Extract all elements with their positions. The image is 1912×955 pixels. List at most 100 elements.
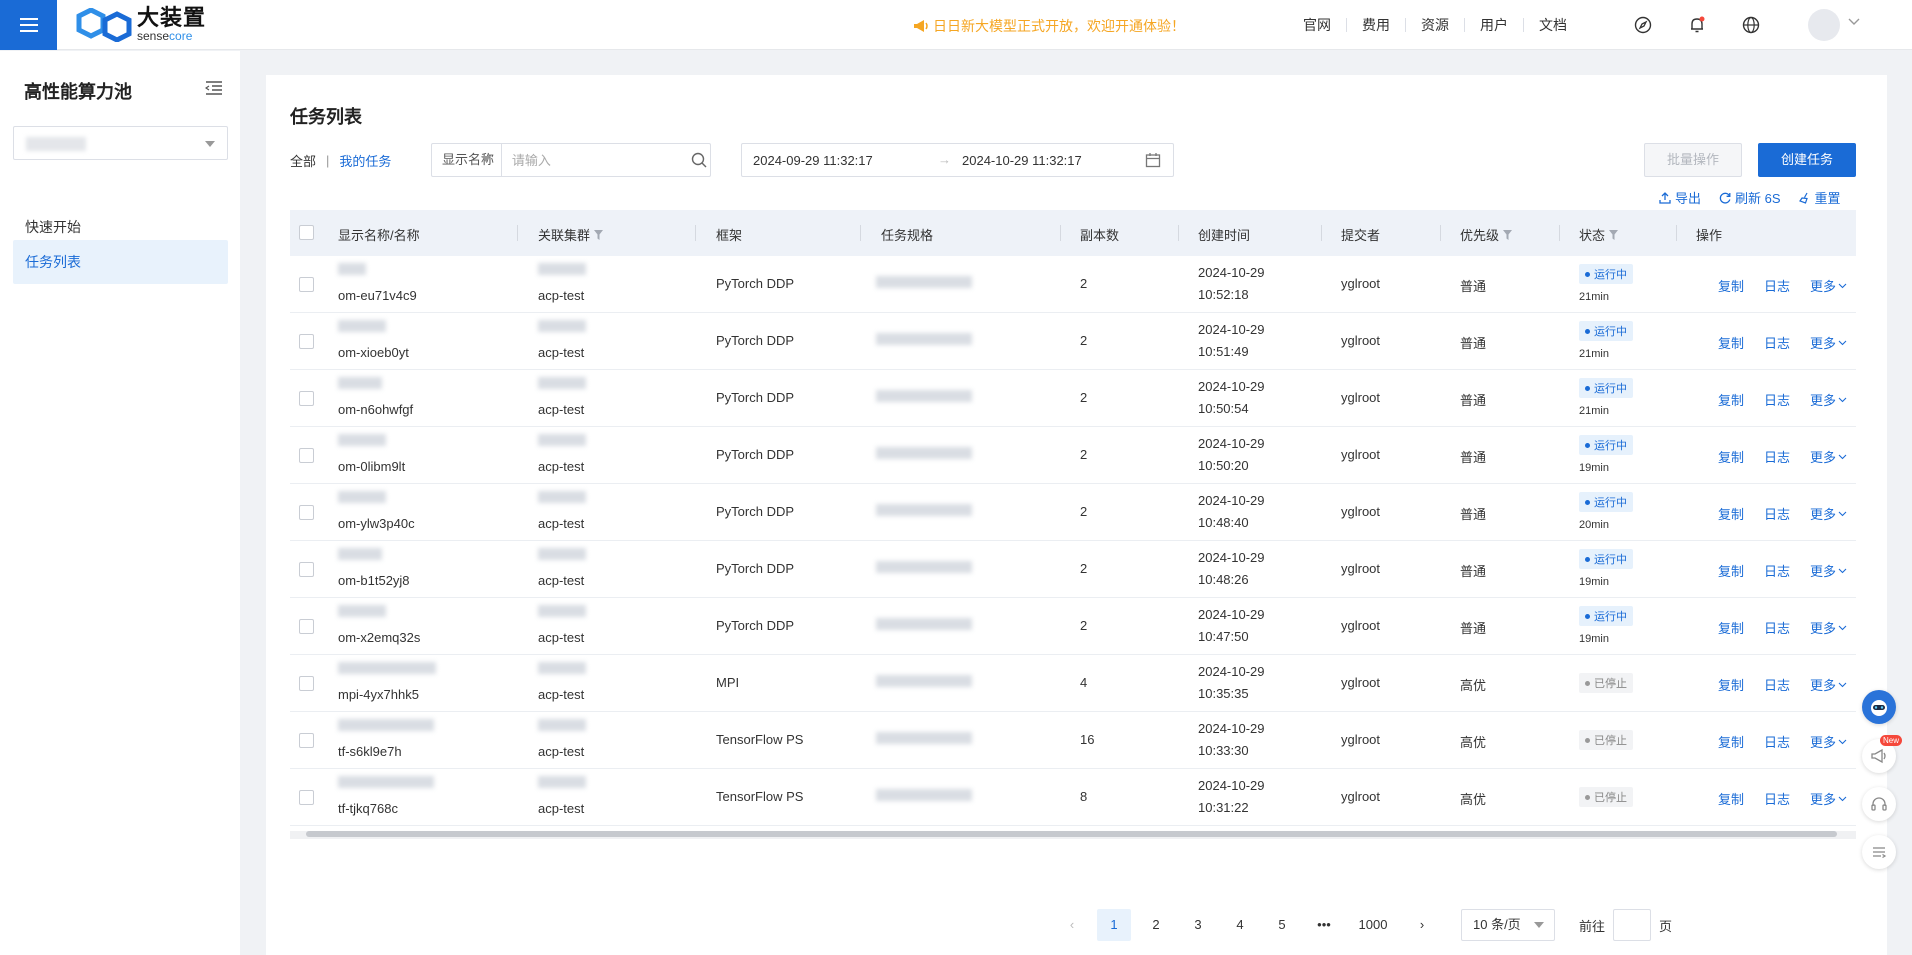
export-button[interactable]: 导出 (1659, 188, 1701, 207)
task-name[interactable]: tf-s6kl9e7h (338, 744, 402, 759)
copy-button[interactable]: 复制 (1718, 675, 1744, 694)
task-name[interactable]: tf-tjkq768c (338, 801, 398, 816)
log-button[interactable]: 日志 (1764, 789, 1790, 808)
task-name[interactable]: om-ylw3p40c (338, 516, 415, 531)
nav-resources[interactable]: 资源 (1405, 18, 1464, 32)
log-button[interactable]: 日志 (1764, 333, 1790, 352)
page-ellipsis[interactable]: ••• (1307, 909, 1341, 941)
copy-button[interactable]: 复制 (1718, 504, 1744, 523)
nav-users[interactable]: 用户 (1464, 18, 1523, 32)
row-checkbox[interactable] (299, 676, 314, 691)
log-button[interactable]: 日志 (1764, 561, 1790, 580)
nav-docs[interactable]: 文档 (1523, 18, 1582, 32)
task-name[interactable]: om-b1t52yj8 (338, 573, 410, 588)
row-checkbox[interactable] (299, 619, 314, 634)
search-icon[interactable] (688, 144, 710, 176)
goto-page-input[interactable] (1613, 909, 1652, 941)
row-checkbox[interactable] (299, 790, 314, 805)
filter-field-select[interactable]: 显示名称 (432, 144, 502, 176)
more-button[interactable]: 更多 (1810, 390, 1847, 409)
col-status[interactable]: 状态 (1579, 225, 1619, 244)
log-button[interactable]: 日志 (1764, 675, 1790, 694)
more-button[interactable]: 更多 (1810, 675, 1847, 694)
table-row[interactable]: om-x2emq32s acp-test PyTorch DDP 2 2024-… (290, 598, 1856, 655)
row-checkbox[interactable] (299, 391, 314, 406)
task-name[interactable]: om-n6ohwfgf (338, 402, 413, 417)
copy-button[interactable]: 复制 (1718, 390, 1744, 409)
copy-button[interactable]: 复制 (1718, 732, 1744, 751)
log-button[interactable]: 日志 (1764, 504, 1790, 523)
copy-button[interactable]: 复制 (1718, 789, 1744, 808)
nav-official-site[interactable]: 官网 (1288, 18, 1346, 32)
page-last[interactable]: 1000 (1349, 909, 1397, 941)
table-row[interactable]: tf-s6kl9e7h acp-test TensorFlow PS 16 20… (290, 712, 1856, 769)
task-name[interactable]: om-xioeb0yt (338, 345, 409, 360)
log-button[interactable]: 日志 (1764, 390, 1790, 409)
copy-button[interactable]: 复制 (1718, 333, 1744, 352)
horizontal-scrollbar[interactable] (306, 831, 1837, 837)
table-row[interactable]: tf-tjkq768c acp-test TensorFlow PS 8 202… (290, 769, 1856, 826)
collapse-sidebar-icon[interactable] (205, 80, 223, 96)
log-button[interactable]: 日志 (1764, 732, 1790, 751)
announcement-banner[interactable]: 日日新大模型正式开放，欢迎开通体验！ (913, 16, 1185, 36)
log-button[interactable]: 日志 (1764, 618, 1790, 637)
more-button[interactable]: 更多 (1810, 789, 1847, 808)
col-priority[interactable]: 优先级 (1460, 225, 1513, 244)
more-button[interactable]: 更多 (1810, 276, 1847, 295)
table-row[interactable]: om-0libm9lt acp-test PyTorch DDP 2 2024-… (290, 427, 1856, 484)
table-row[interactable]: om-ylw3p40c acp-test PyTorch DDP 2 2024-… (290, 484, 1856, 541)
support-button[interactable] (1862, 787, 1896, 821)
log-button[interactable]: 日志 (1764, 447, 1790, 466)
date-range-picker[interactable]: 2024-09-29 11:32:17 → 2024-10-29 11:32:1… (741, 143, 1174, 177)
row-checkbox[interactable] (299, 505, 314, 520)
assistant-bot-button[interactable] (1862, 690, 1896, 724)
more-button[interactable]: 更多 (1810, 447, 1847, 466)
table-row[interactable]: om-b1t52yj8 acp-test PyTorch DDP 2 2024-… (290, 541, 1856, 598)
bell-icon[interactable] (1684, 12, 1710, 38)
log-button[interactable]: 日志 (1764, 276, 1790, 295)
copy-button[interactable]: 复制 (1718, 447, 1744, 466)
row-checkbox[interactable] (299, 448, 314, 463)
copy-button[interactable]: 复制 (1718, 561, 1744, 580)
chevron-down-icon[interactable] (1848, 18, 1860, 26)
create-task-button[interactable]: 创建任务 (1758, 143, 1856, 177)
task-name[interactable]: om-eu71v4c9 (338, 288, 417, 303)
filter-icon[interactable] (594, 229, 604, 240)
more-button[interactable]: 更多 (1810, 333, 1847, 352)
sidebar-item-task-list[interactable]: 任务列表 (13, 240, 228, 284)
page-size-select[interactable]: 10 条/页 (1461, 909, 1555, 941)
search-input[interactable] (501, 144, 688, 176)
table-row[interactable]: om-n6ohwfgf acp-test PyTorch DDP 2 2024-… (290, 370, 1856, 427)
resource-pool-select[interactable] (13, 126, 228, 160)
filter-icon[interactable] (1609, 229, 1619, 240)
nav-billing[interactable]: 费用 (1346, 18, 1405, 32)
table-row[interactable]: om-eu71v4c9 acp-test PyTorch DDP 2 2024-… (290, 256, 1856, 313)
row-checkbox[interactable] (299, 334, 314, 349)
scope-all[interactable]: 全部 (290, 151, 316, 170)
row-checkbox[interactable] (299, 277, 314, 292)
task-name[interactable]: mpi-4yx7hhk5 (338, 687, 419, 702)
col-cluster[interactable]: 关联集群 (538, 225, 604, 244)
logo[interactable]: 大装置 sensecore (75, 7, 206, 42)
next-page-button[interactable]: › (1405, 909, 1439, 941)
page-2[interactable]: 2 (1139, 909, 1173, 941)
avatar[interactable] (1808, 9, 1840, 41)
row-checkbox[interactable] (299, 562, 314, 577)
task-name[interactable]: om-x2emq32s (338, 630, 420, 645)
page-5[interactable]: 5 (1265, 909, 1299, 941)
page-3[interactable]: 3 (1181, 909, 1215, 941)
copy-button[interactable]: 复制 (1718, 276, 1744, 295)
table-row[interactable]: mpi-4yx7hhk5 acp-test MPI 4 2024-10-29 1… (290, 655, 1856, 712)
row-checkbox[interactable] (299, 733, 314, 748)
scope-mine[interactable]: 我的任务 (339, 151, 391, 170)
page-4[interactable]: 4 (1223, 909, 1257, 941)
reset-button[interactable]: 重置 (1798, 188, 1841, 207)
compass-icon[interactable] (1630, 12, 1656, 38)
refresh-button[interactable]: 刷新 6S (1719, 188, 1781, 207)
globe-icon[interactable] (1738, 12, 1764, 38)
prev-page-button[interactable]: ‹ (1055, 909, 1089, 941)
task-name[interactable]: om-0libm9lt (338, 459, 405, 474)
copy-button[interactable]: 复制 (1718, 618, 1744, 637)
more-button[interactable]: 更多 (1810, 732, 1847, 751)
hamburger-menu-button[interactable] (0, 0, 57, 50)
